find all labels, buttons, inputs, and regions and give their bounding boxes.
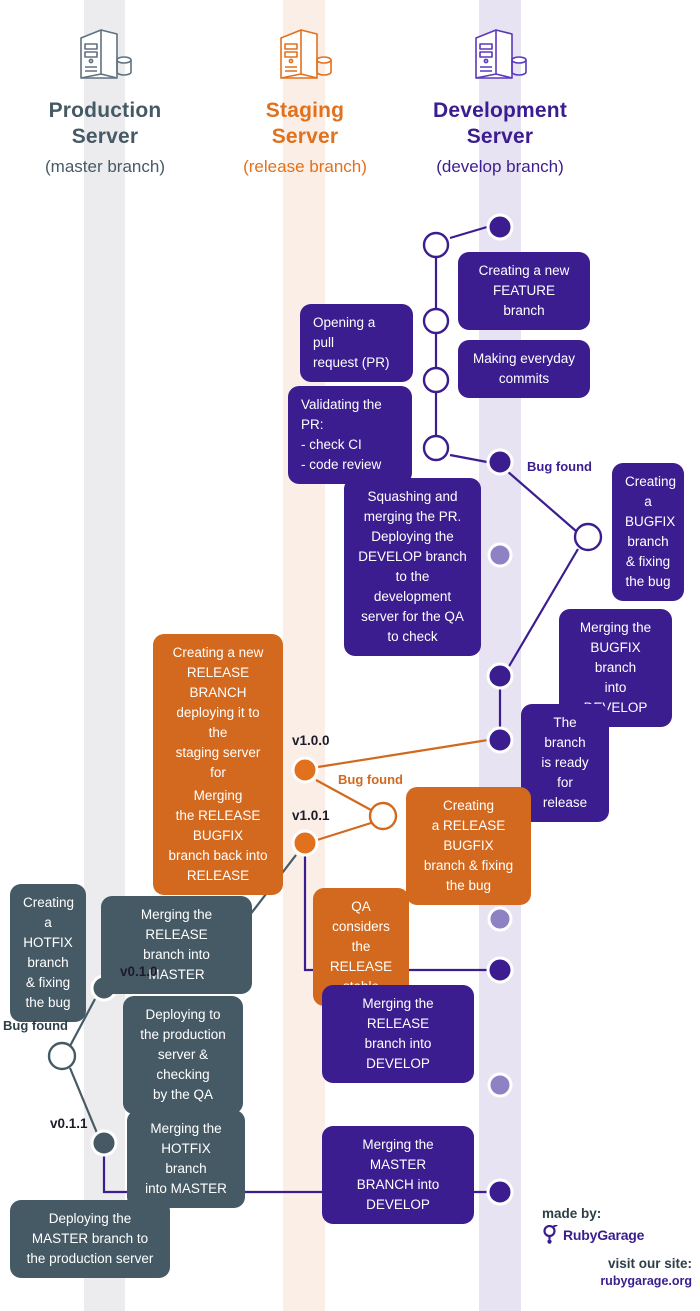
callout-creating-bugfix-branch: Creating a BUGFIX branch & fixing the bug bbox=[612, 463, 684, 601]
callout-validating-pr: Validating the PR: - check CI - code revie… bbox=[288, 386, 412, 484]
node-develop-faded-2 bbox=[487, 906, 513, 932]
brand-row: RubyGarage bbox=[542, 1225, 644, 1244]
callout-creating-hotfix-branch: Creating a HOTFIX branch & fixing the bug bbox=[10, 884, 86, 1022]
callout-making-commits: Making everyday commits bbox=[458, 340, 590, 398]
callout-creating-release-bugfix: Creating a RELEASE BUGFIX branch & fixing t… bbox=[406, 787, 531, 905]
version-tag-v1-0-0: v1.0.0 bbox=[292, 733, 330, 748]
version-tag-v0-1-1: v0.1.1 bbox=[50, 1116, 88, 1131]
callout-deploying-master-to-production: Deploying the MASTER branch to the product… bbox=[10, 1200, 170, 1278]
node-develop-feature-start bbox=[486, 213, 514, 241]
version-tag-v0-1-0: v0.1.0 bbox=[120, 964, 158, 979]
node-develop-release-merged bbox=[486, 956, 514, 984]
callout-merging-hotfix-into-master: Merging the HOTFIX branch into MASTER bbox=[127, 1110, 245, 1208]
node-develop-pr-merged bbox=[486, 448, 514, 476]
node-develop-faded-1 bbox=[487, 542, 513, 568]
callout-merging-release-into-develop: Merging the RELEASE branch into DEVELOP bbox=[322, 985, 474, 1083]
label-bug-found-develop: Bug found bbox=[527, 459, 592, 474]
node-bugfix-branch bbox=[573, 522, 603, 552]
site-url[interactable]: rubygarage.org bbox=[600, 1274, 692, 1288]
label-bug-found-master: Bug found bbox=[3, 1018, 68, 1033]
node-develop-faded-3 bbox=[487, 1072, 513, 1098]
callout-branch-ready-for-release: The branch is ready for release bbox=[521, 704, 609, 822]
node-master-v0-1-1 bbox=[90, 1129, 118, 1157]
callout-opening-pull-request: Opening a pull request (PR) bbox=[300, 304, 413, 382]
version-tag-v1-0-1: v1.0.1 bbox=[292, 808, 330, 823]
callout-merging-master-into-develop: Merging the MASTER BRANCH into DEVELOP bbox=[322, 1126, 474, 1224]
node-release-v1-0-1 bbox=[291, 829, 319, 857]
made-by-label: made by: bbox=[542, 1206, 602, 1221]
node-feature-pr-opened bbox=[422, 307, 450, 335]
node-feature-commits bbox=[422, 366, 450, 394]
node-hotfix-branch bbox=[47, 1041, 77, 1071]
visit-label: visit our site: bbox=[607, 1256, 692, 1271]
node-feature-created bbox=[422, 231, 450, 259]
callout-merging-release-into-master: Merging the RELEASE branch into MASTER bbox=[101, 896, 252, 994]
node-develop-ready-for-release bbox=[486, 726, 514, 754]
callout-creating-feature-branch: Creating a new FEATURE branch bbox=[458, 252, 590, 330]
node-release-v1-0-0 bbox=[291, 756, 319, 784]
infographic-page: Production Server (master branch) Stagin… bbox=[0, 0, 700, 1311]
callout-merging-release-bugfix: Merging the RELEASE BUGFIX branch back int… bbox=[153, 777, 283, 895]
callout-squashing-merging-pr: Squashing and merging the PR. Deploying th… bbox=[344, 478, 481, 656]
node-develop-master-merged bbox=[486, 1178, 514, 1206]
node-develop-bugfix-merged bbox=[486, 662, 514, 690]
callout-deploying-to-production: Deploying to the production server & check… bbox=[123, 996, 243, 1114]
node-release-bugfix-branch bbox=[368, 801, 398, 831]
footer-credits: made by: RubyGarage visit our site: ruby… bbox=[532, 1196, 700, 1296]
rubygarage-logo-icon bbox=[543, 1225, 558, 1244]
label-bug-found-release: Bug found bbox=[338, 772, 403, 787]
brand-name: RubyGarage bbox=[563, 1226, 645, 1243]
node-feature-pr-validated bbox=[422, 434, 450, 462]
